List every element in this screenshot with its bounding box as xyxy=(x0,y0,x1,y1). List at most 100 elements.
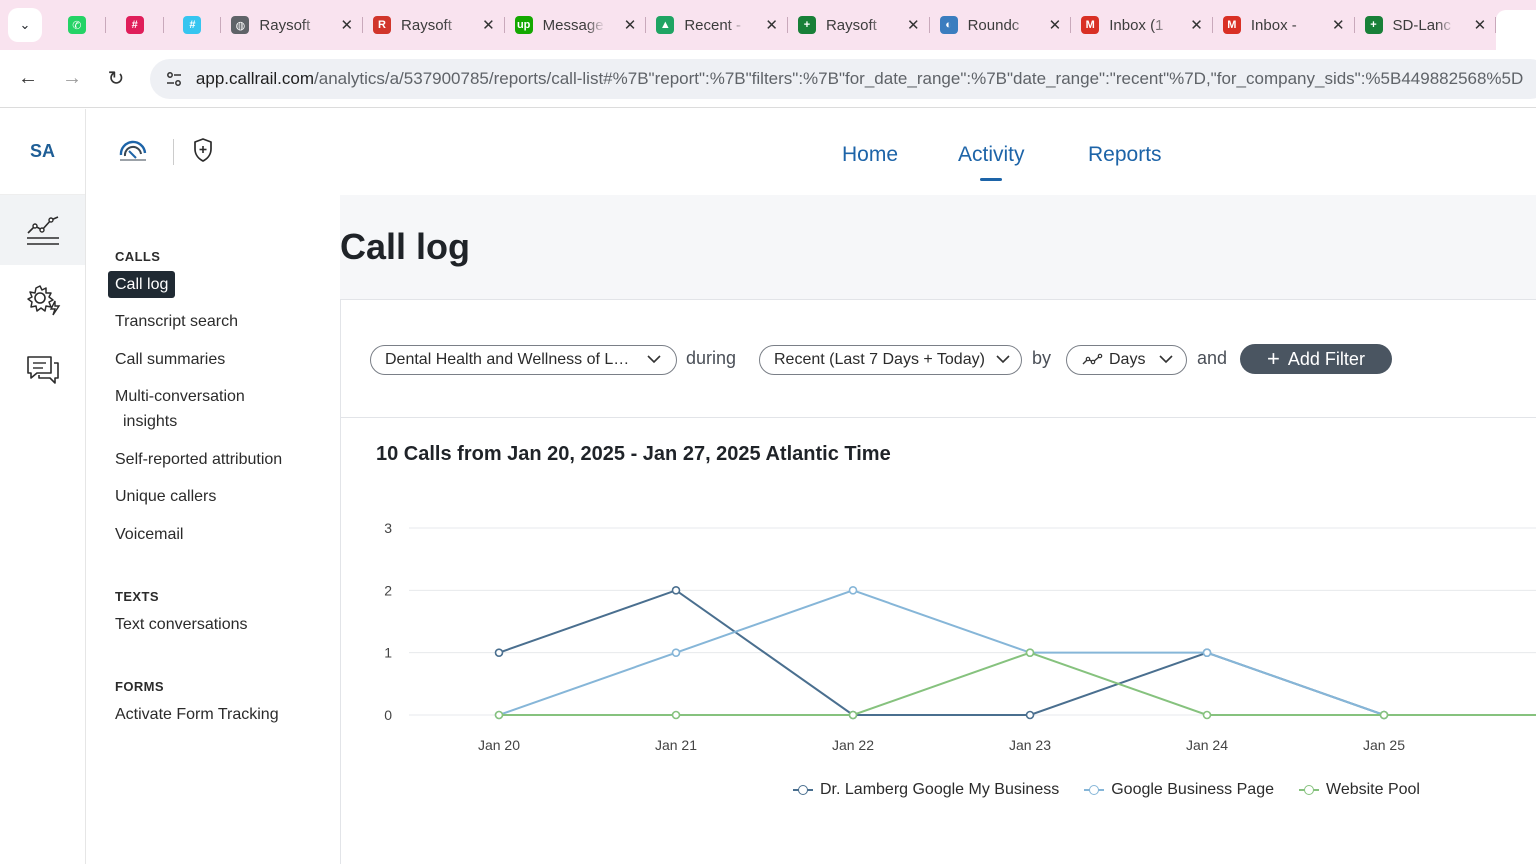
close-tab-icon[interactable]: ✕ xyxy=(340,16,353,34)
arrow-right-icon: → xyxy=(62,67,82,89)
gear-bolt-icon xyxy=(26,285,60,316)
browser-tab[interactable]: + SD-Lanc ✕ xyxy=(1355,8,1497,42)
data-point xyxy=(1025,648,1035,657)
y-tick-label: 0 xyxy=(384,707,392,723)
browser-tab[interactable]: ▲ Recent - ✕ xyxy=(646,8,788,42)
nav-reports[interactable]: Reports xyxy=(1088,143,1162,167)
legend-item[interactable]: Google Business Page xyxy=(1084,781,1274,799)
and-label: and xyxy=(1197,348,1228,368)
sidebar-item-label: insights xyxy=(123,413,178,430)
gmail-icon: M xyxy=(1081,16,1100,34)
browser-tab-title: Recent - xyxy=(684,16,742,34)
slack-icon: # xyxy=(125,16,144,34)
data-point xyxy=(494,710,504,720)
chevron-down-icon xyxy=(636,353,662,367)
browser-tab[interactable]: up Message ✕ xyxy=(505,8,647,42)
line-chart-icon xyxy=(1082,353,1103,365)
close-tab-icon[interactable]: ✕ xyxy=(1474,16,1487,34)
browser-tab-title: Raysoft xyxy=(401,16,452,34)
close-tab-icon[interactable]: ✕ xyxy=(482,16,495,34)
sidebar-item-activate-form-tracking[interactable]: Activate Form Tracking xyxy=(115,702,279,727)
google-sheets-icon: + xyxy=(1364,16,1383,34)
activity-sidebar: CALLS Call log Transcript search Call su… xyxy=(86,195,340,864)
y-tick-label: 1 xyxy=(384,645,392,661)
close-tab-icon[interactable]: ✕ xyxy=(624,16,637,34)
nav-home[interactable]: Home xyxy=(842,143,898,167)
date-range-value: Recent (Last 7 Days + Today) xyxy=(774,351,985,368)
browser-tab[interactable]: + Raysoft ✕ xyxy=(788,8,930,42)
top-navigation: Home Activity Reports xyxy=(86,109,1536,195)
upwork-icon: up xyxy=(514,16,533,34)
close-tab-icon[interactable]: ✕ xyxy=(765,16,778,34)
sidebar-item-text-conversations[interactable]: Text conversations xyxy=(115,612,248,637)
company-select-value: Dental Health and Wellness of L… xyxy=(385,351,630,368)
analytics-icon xyxy=(26,216,59,245)
filter-bar: Dental Health and Wellness of L… during … xyxy=(341,300,1536,418)
arrow-left-icon: ← xyxy=(18,67,38,89)
report-panel: Dental Health and Wellness of L… during … xyxy=(340,299,1536,864)
close-tab-icon[interactable]: ✕ xyxy=(1049,16,1062,34)
x-tick-label: Jan 24 xyxy=(1186,737,1228,753)
rail-conversations-button[interactable] xyxy=(0,335,85,405)
x-tick-label: Jan 20 xyxy=(478,737,520,753)
chart-legend: Dr. Lamberg Google My Business Google Bus… xyxy=(793,781,1445,799)
callrail-logo-icon[interactable] xyxy=(116,139,150,163)
close-tab-icon[interactable]: ✕ xyxy=(1190,16,1203,34)
active-browser-tab[interactable] xyxy=(1496,10,1536,50)
browser-tab[interactable]: ◍ Raysoft ✕ xyxy=(221,8,363,42)
interval-select[interactable]: Days xyxy=(1066,345,1187,375)
add-filter-button[interactable]: + Add Filter xyxy=(1240,344,1392,374)
data-point xyxy=(848,710,858,720)
legend-item[interactable]: Website Pool xyxy=(1299,781,1420,799)
rail-settings-button[interactable] xyxy=(0,265,85,335)
nav-activity[interactable]: Activity xyxy=(958,143,1025,181)
browser-tab[interactable]: R Raysoft ✕ xyxy=(363,8,505,42)
account-avatar[interactable]: SA xyxy=(0,109,85,195)
browser-tab[interactable]: M Inbox - ✕ xyxy=(1213,8,1355,42)
browser-tab[interactable]: ✆ xyxy=(48,8,106,42)
chevron-down-icon: ⌄ xyxy=(19,17,31,32)
browser-tab[interactable]: ◐ Roundc ✕ xyxy=(930,8,1072,42)
data-point xyxy=(848,586,858,595)
reload-icon: ↻ xyxy=(107,68,125,90)
legend-item[interactable]: Dr. Lamberg Google My Business xyxy=(793,781,1059,799)
whatsapp-icon: ✆ xyxy=(67,16,86,34)
data-point xyxy=(671,710,681,720)
sidebar-item-transcript-search[interactable]: Transcript search xyxy=(115,309,238,334)
chat-bubbles-icon xyxy=(26,356,59,384)
back-button[interactable]: ← xyxy=(6,59,50,99)
sidebar-item-voicemail[interactable]: Voicemail xyxy=(115,522,183,547)
reload-button[interactable]: ↻ xyxy=(94,59,138,99)
chart-title: 10 Calls from Jan 20, 2025 - Jan 27, 202… xyxy=(376,443,891,465)
browser-tab[interactable]: # xyxy=(164,8,222,42)
site-settings-icon[interactable] xyxy=(164,69,184,89)
browser-tab[interactable]: # xyxy=(106,8,164,42)
google-sheets-icon: + xyxy=(797,16,816,34)
url-text[interactable]: app.callrail.com/analytics/a/537900785/r… xyxy=(196,69,1536,89)
address-bar[interactable]: app.callrail.com/analytics/a/537900785/r… xyxy=(150,59,1536,99)
sidebar-item-label: Multi-conversation xyxy=(115,388,245,405)
sidebar-item-unique-callers[interactable]: Unique callers xyxy=(115,484,216,509)
sidebar-item-multi-conversation[interactable]: Multi-conversation insights xyxy=(115,384,245,434)
sidebar-item-call-summaries[interactable]: Call summaries xyxy=(115,347,225,372)
by-label: by xyxy=(1032,348,1052,368)
url-host: app.callrail.com xyxy=(195,69,315,88)
sidebar-item-self-reported-attribution[interactable]: Self-reported attribution xyxy=(115,447,282,472)
close-tab-icon[interactable]: ✕ xyxy=(907,16,920,34)
company-select[interactable]: Dental Health and Wellness of L… xyxy=(370,345,677,375)
raysoft-icon: R xyxy=(373,16,392,34)
chevron-down-icon xyxy=(1148,353,1174,367)
legend-swatch xyxy=(1084,784,1105,796)
legend-label: Dr. Lamberg Google My Business xyxy=(820,781,1060,798)
date-range-select[interactable]: Recent (Last 7 Days + Today) xyxy=(759,345,1022,375)
sidebar-item-call-log[interactable]: Call log xyxy=(108,271,176,298)
browser-tab[interactable]: M Inbox (1 ✕ xyxy=(1071,8,1213,42)
shield-plus-icon[interactable] xyxy=(192,137,214,163)
rail-analytics-button[interactable] xyxy=(0,195,85,265)
close-tab-icon[interactable]: ✕ xyxy=(1332,16,1345,34)
tab-search-button[interactable]: ⌄ xyxy=(8,8,42,42)
data-point xyxy=(1202,648,1212,657)
data-point xyxy=(671,648,681,657)
forward-button[interactable]: → xyxy=(50,59,94,99)
data-point xyxy=(1202,710,1212,720)
